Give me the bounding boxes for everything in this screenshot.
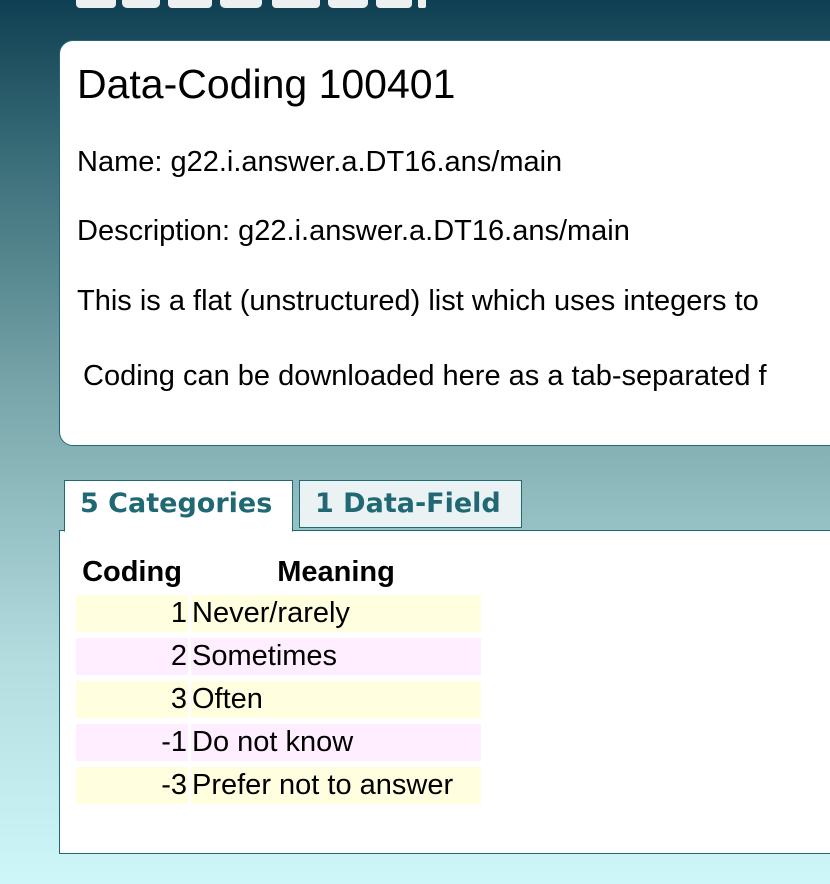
coding-value: 3 xyxy=(76,681,188,718)
structure-description: This is a flat (unstructured) list which… xyxy=(77,285,759,317)
meaning-value: Often xyxy=(191,681,481,718)
coding-column-header: Coding xyxy=(82,555,182,588)
table-row: 1 Never/rarely xyxy=(76,595,481,632)
table-row: 2 Sometimes xyxy=(76,638,481,675)
download-link[interactable]: Coding can be downloaded here as a tab-s… xyxy=(83,360,767,393)
coding-value: 1 xyxy=(76,595,188,632)
coding-value: -1 xyxy=(76,724,188,761)
site-logo-banner xyxy=(76,0,436,8)
table-row: -3 Prefer not to answer xyxy=(76,767,481,804)
meaning-value: Sometimes xyxy=(191,638,481,675)
coding-value: -3 xyxy=(76,767,188,804)
tab-data-field[interactable]: 1 Data-Field xyxy=(299,480,522,528)
table-row: -1 Do not know xyxy=(76,724,481,761)
name-line: Name: g22.i.answer.a.DT16.ans/main xyxy=(77,146,563,178)
meaning-value: Do not know xyxy=(191,724,481,761)
coding-value: 2 xyxy=(76,638,188,675)
site-logo-graphic xyxy=(76,0,426,8)
page-title: Data-Coding 100401 xyxy=(77,61,456,107)
meaning-value: Never/rarely xyxy=(191,595,481,632)
info-card: Data-Coding 100401 Name: g22.i.answer.a.… xyxy=(59,40,830,446)
meaning-column-header: Meaning xyxy=(277,555,395,588)
table-row: 3 Often xyxy=(76,681,481,718)
description-line: Description: g22.i.answer.a.DT16.ans/mai… xyxy=(77,215,630,247)
coding-table: Coding Meaning 1 Never/rarely 2 Sometime… xyxy=(73,549,484,810)
tab-categories[interactable]: 5 Categories xyxy=(64,480,293,532)
table-header-row: Coding Meaning xyxy=(76,555,481,589)
meaning-value: Prefer not to answer xyxy=(191,767,481,804)
categories-panel: Coding Meaning 1 Never/rarely 2 Sometime… xyxy=(59,530,830,854)
